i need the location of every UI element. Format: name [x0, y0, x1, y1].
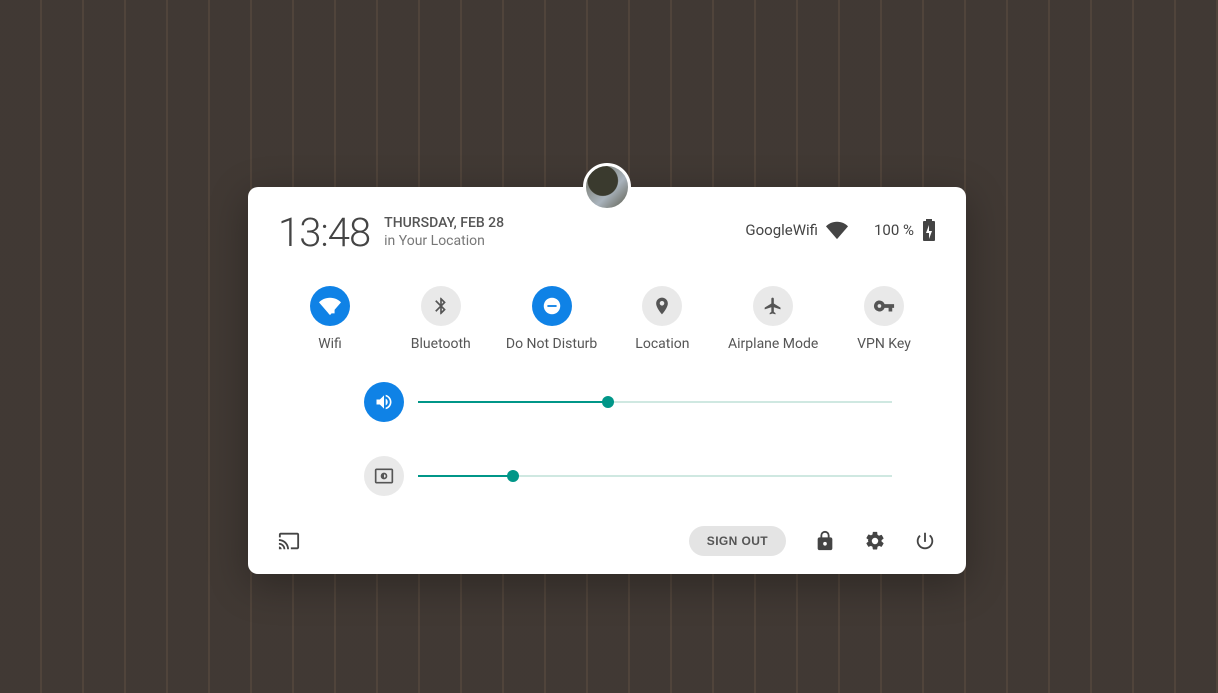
brightness-slider[interactable] [418, 475, 892, 477]
location-line: in Your Location [384, 233, 504, 251]
date-line: THURSDAY, FEB 28 [384, 215, 504, 233]
footer-right: SIGN OUT [689, 526, 936, 556]
vpn-key-icon [864, 286, 904, 326]
battery-charging-icon [922, 219, 936, 241]
toggle-label: Do Not Disturb [506, 336, 597, 352]
panel-footer: SIGN OUT [278, 526, 936, 556]
airplane-icon [753, 286, 793, 326]
cast-icon[interactable] [278, 530, 300, 552]
brightness-icon[interactable] [364, 456, 404, 496]
toggle-vpn[interactable]: VPN Key [834, 286, 934, 352]
quick-settings-panel: 13:48 THURSDAY, FEB 28 in Your Location … [248, 187, 966, 574]
slider-group [278, 382, 936, 496]
power-icon[interactable] [914, 530, 936, 552]
header-left: 13:48 THURSDAY, FEB 28 in Your Location [278, 209, 504, 256]
header-right: GoogleWifi 100 % [745, 219, 936, 241]
toggle-row: Wifi Bluetooth Do Not Disturb Location A [278, 286, 936, 352]
avatar[interactable] [583, 163, 631, 211]
toggle-bluetooth[interactable]: Bluetooth [391, 286, 491, 352]
dnd-icon [532, 286, 572, 326]
volume-slider[interactable] [418, 401, 892, 403]
lock-icon[interactable] [814, 530, 836, 552]
date-block: THURSDAY, FEB 28 in Your Location [384, 215, 504, 250]
toggle-label: Airplane Mode [728, 336, 818, 352]
toggle-dnd[interactable]: Do Not Disturb [502, 286, 602, 352]
toggle-label: Location [635, 336, 689, 352]
toggle-location[interactable]: Location [612, 286, 712, 352]
toggle-airplane[interactable]: Airplane Mode [723, 286, 823, 352]
brightness-slider-row [364, 456, 892, 496]
battery-status: 100 % [874, 219, 936, 241]
toggle-label: Wifi [318, 336, 342, 352]
toggle-wifi[interactable]: Wifi [280, 286, 380, 352]
battery-percent-label: 100 % [874, 221, 914, 239]
volume-slider-row [364, 382, 892, 422]
wifi-status: GoogleWifi [745, 219, 848, 241]
sign-out-button[interactable]: SIGN OUT [689, 526, 786, 556]
wifi-icon [310, 286, 350, 326]
panel-header: 13:48 THURSDAY, FEB 28 in Your Location … [278, 209, 936, 256]
toggle-label: VPN Key [857, 336, 911, 352]
volume-icon[interactable] [364, 382, 404, 422]
location-icon [642, 286, 682, 326]
bluetooth-icon [421, 286, 461, 326]
toggle-label: Bluetooth [411, 336, 471, 352]
clock: 13:48 [278, 209, 370, 256]
wifi-signal-icon [826, 219, 848, 241]
settings-icon[interactable] [864, 530, 886, 552]
wifi-network-name: GoogleWifi [745, 221, 818, 239]
